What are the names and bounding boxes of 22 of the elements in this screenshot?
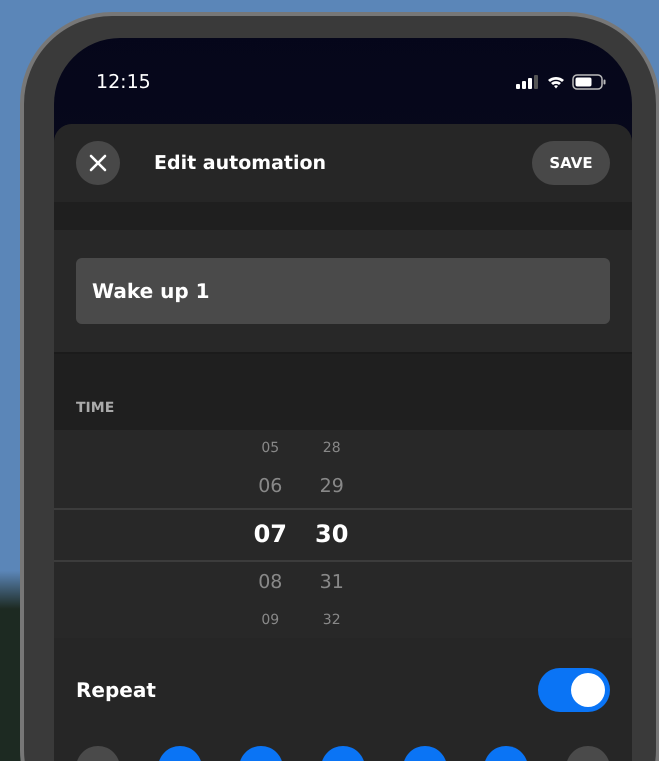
close-button[interactable] bbox=[76, 141, 120, 185]
wifi-icon bbox=[547, 75, 565, 89]
screen-title: Edit automation bbox=[154, 152, 328, 174]
hour-option[interactable]: 09 bbox=[261, 604, 280, 636]
status-time: 12:15 bbox=[96, 71, 151, 93]
repeat-label: Repeat bbox=[76, 678, 156, 702]
close-icon bbox=[89, 154, 107, 172]
hour-option[interactable]: 07 bbox=[254, 508, 287, 560]
hour-option[interactable]: 06 bbox=[258, 464, 282, 508]
signal-icon bbox=[516, 75, 540, 89]
name-field[interactable]: Wake up 1 bbox=[76, 258, 610, 324]
minute-option[interactable]: 29 bbox=[320, 464, 344, 508]
minute-option[interactable]: 30 bbox=[315, 508, 348, 560]
hour-option[interactable]: 05 bbox=[261, 432, 280, 464]
section-label: TIME bbox=[76, 400, 114, 416]
repeat-toggle[interactable] bbox=[538, 668, 610, 712]
minute-option[interactable]: 31 bbox=[320, 560, 344, 604]
save-button[interactable]: SAVE bbox=[532, 141, 610, 185]
hour-option[interactable]: 08 bbox=[258, 560, 282, 604]
minute-option[interactable]: 32 bbox=[322, 604, 341, 636]
battery-icon bbox=[572, 74, 606, 90]
minute-option[interactable]: 28 bbox=[322, 432, 341, 464]
